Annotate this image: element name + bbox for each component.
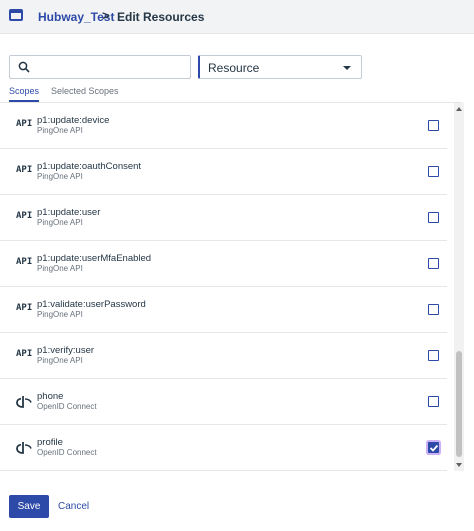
scroll-up-arrow-icon[interactable] bbox=[456, 107, 462, 111]
scope-checkbox[interactable] bbox=[428, 258, 439, 269]
list-scrollbar[interactable] bbox=[454, 103, 464, 471]
scroll-down-arrow-icon[interactable] bbox=[456, 463, 462, 467]
scope-row: API p1:verify:user PingOne API bbox=[0, 333, 447, 379]
scope-row: API p1:update:device PingOne API bbox=[0, 103, 447, 149]
scope-name: p1:validate:userPassword bbox=[37, 299, 146, 310]
scope-row: API p1:validate:userPassword PingOne API bbox=[0, 287, 447, 333]
chevron-down-icon bbox=[343, 66, 351, 70]
cancel-button[interactable]: Cancel bbox=[58, 501, 89, 512]
scope-resource: PingOne API bbox=[37, 172, 83, 181]
scope-row: phone OpenID Connect bbox=[0, 379, 447, 425]
scope-row: API p1:update:user PingOne API bbox=[0, 195, 447, 241]
openid-icon bbox=[16, 441, 34, 455]
top-bar: Hubway_Test > Edit Resources bbox=[0, 0, 474, 34]
scope-resource: PingOne API bbox=[37, 264, 83, 273]
tab-scopes[interactable]: Scopes bbox=[9, 86, 40, 102]
scope-row: API p1:update:userMfaEnabled PingOne API bbox=[0, 241, 447, 287]
scope-checkbox[interactable] bbox=[428, 212, 439, 223]
scope-list: API p1:update:device PingOne API API p1:… bbox=[0, 103, 452, 471]
scope-name: p1:verify:user bbox=[37, 345, 95, 356]
api-icon: API bbox=[16, 303, 33, 313]
scrollbar-thumb[interactable] bbox=[456, 351, 462, 457]
scope-name: p1:update:user bbox=[37, 207, 101, 218]
scope-checkbox[interactable] bbox=[428, 350, 439, 361]
scope-tabs: Scopes Selected Scopes bbox=[0, 84, 474, 102]
search-icon bbox=[18, 61, 30, 73]
openid-icon bbox=[16, 395, 34, 409]
window-icon bbox=[9, 9, 23, 21]
scope-resource: PingOne API bbox=[37, 218, 83, 227]
search-input[interactable] bbox=[34, 58, 186, 76]
search-field[interactable] bbox=[9, 55, 191, 79]
api-icon: API bbox=[16, 257, 33, 267]
scope-checkbox-checked[interactable] bbox=[428, 442, 439, 453]
scope-resource: OpenID Connect bbox=[37, 402, 97, 411]
scope-row: profile OpenID Connect bbox=[0, 425, 447, 471]
scope-row: API p1:update:oauthConsent PingOne API bbox=[0, 149, 447, 195]
resource-dropdown-value: Resource bbox=[208, 61, 260, 75]
chevron-right-icon: > bbox=[102, 8, 110, 23]
scope-checkbox[interactable] bbox=[428, 304, 439, 315]
api-icon: API bbox=[16, 119, 33, 129]
scope-name: p1:update:userMfaEnabled bbox=[37, 253, 152, 264]
tab-selected-scopes[interactable]: Selected Scopes bbox=[51, 86, 119, 96]
scope-name: p1:update:device bbox=[37, 115, 110, 126]
scope-resource: PingOne API bbox=[37, 310, 83, 319]
scope-resource: PingOne API bbox=[37, 126, 83, 135]
save-button[interactable]: Save bbox=[9, 495, 49, 518]
api-icon: API bbox=[16, 165, 33, 175]
page-title: Edit Resources bbox=[117, 10, 205, 24]
scope-resource: OpenID Connect bbox=[37, 448, 97, 457]
scope-checkbox[interactable] bbox=[428, 396, 439, 407]
scope-name: profile bbox=[37, 437, 63, 448]
api-icon: API bbox=[16, 211, 33, 221]
checkmark-icon bbox=[429, 444, 439, 452]
scope-name: p1:update:oauthConsent bbox=[37, 161, 142, 172]
resource-dropdown[interactable]: Resource bbox=[198, 55, 362, 79]
scope-name: phone bbox=[37, 391, 64, 402]
api-icon: API bbox=[16, 349, 33, 359]
scope-resource: PingOne API bbox=[37, 356, 83, 365]
scope-checkbox[interactable] bbox=[428, 120, 439, 131]
scope-checkbox[interactable] bbox=[428, 166, 439, 177]
